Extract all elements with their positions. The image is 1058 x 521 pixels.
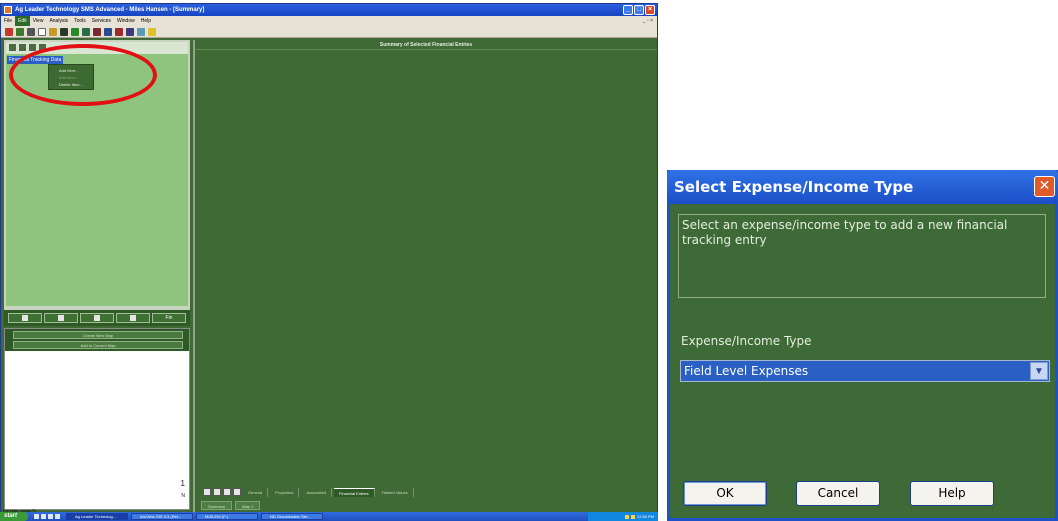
app-titlebar: Ag Leader Technology SMS Advanced - Mile…	[1, 4, 657, 16]
tree-tool-icon[interactable]	[9, 44, 16, 51]
restore-icon[interactable]: □	[634, 5, 644, 15]
tab-financial-entries[interactable]: Financial Entries	[334, 487, 375, 497]
tab-properties[interactable]: Properties	[270, 487, 300, 497]
taskbar: start Ag Leader Technolog... ArcView GIS…	[0, 512, 658, 521]
tree-tab-1[interactable]	[8, 313, 42, 323]
menu-services[interactable]: Services	[89, 16, 114, 26]
menu-view[interactable]: View	[30, 16, 47, 26]
quick-launch-icon[interactable]	[48, 514, 53, 519]
summary-header: Summary of Selected Financial Entries	[195, 40, 657, 50]
menu-analysis[interactable]: Analysis	[46, 16, 71, 26]
add-to-current-map-button[interactable]: Add to Current Map	[13, 341, 183, 349]
tab-map-1[interactable]: Map 1	[235, 500, 261, 510]
tray-icon[interactable]	[624, 514, 629, 519]
map-list-pane: Create New Map Add to Current Map 1 N	[4, 328, 190, 510]
tree-tab-3[interactable]	[80, 313, 114, 323]
main-toolbar	[1, 26, 657, 38]
chart-icon[interactable]	[49, 28, 57, 36]
grid-icon[interactable]	[115, 28, 123, 36]
start-button[interactable]: start	[0, 512, 28, 521]
zoom-icon[interactable]	[93, 28, 101, 36]
tree-tab-4[interactable]	[116, 313, 150, 323]
taskbar-item[interactable]: MISLEW (F:)	[196, 513, 258, 520]
type-field-label: Expense/Income Type	[681, 334, 812, 348]
new-icon[interactable]	[5, 28, 13, 36]
tree-tool-icon[interactable]	[19, 44, 26, 51]
quick-launch-icon[interactable]	[55, 514, 60, 519]
dialog-close-icon[interactable]: ✕	[1034, 176, 1055, 197]
tree-tab-2[interactable]	[44, 313, 78, 323]
globe-icon[interactable]	[71, 28, 79, 36]
page-icon[interactable]	[38, 28, 46, 36]
point-icon[interactable]	[60, 28, 68, 36]
map-button-bar: Create New Map Add to Current Map	[5, 329, 189, 351]
tree-tab-bar: Fin	[4, 308, 190, 326]
last-record-icon[interactable]	[233, 488, 241, 496]
tab-tabbed-values[interactable]: Tabbed Values	[377, 487, 414, 497]
help-button[interactable]: Help	[910, 481, 994, 506]
help-icon[interactable]	[148, 28, 156, 36]
cancel-button[interactable]: Cancel	[796, 481, 880, 506]
close-icon[interactable]: ×	[645, 5, 655, 15]
first-record-icon[interactable]	[203, 488, 211, 496]
quick-launch-icon[interactable]	[34, 514, 39, 519]
quick-launch	[34, 514, 60, 519]
ok-button[interactable]: OK	[683, 481, 767, 506]
record-tab-strip: General Properties Associated Financial …	[195, 486, 657, 498]
print-icon[interactable]	[27, 28, 35, 36]
tab-general[interactable]: General	[243, 487, 269, 497]
quick-launch-icon[interactable]	[41, 514, 46, 519]
chevron-down-icon[interactable]: ▼	[1030, 362, 1048, 380]
clock: 12:50 PM	[636, 514, 654, 519]
open-icon[interactable]	[16, 28, 24, 36]
next-record-icon[interactable]	[223, 488, 231, 496]
system-tray: 12:50 PM	[588, 512, 658, 521]
taskbar-item[interactable]: ND Groundwater Ser...	[261, 513, 323, 520]
app-logo-icon	[4, 6, 12, 14]
sync-icon[interactable]	[137, 28, 145, 36]
dialog-title: Select Expense/Income Type	[674, 178, 914, 196]
menu-file[interactable]: File	[1, 16, 15, 26]
tree-tool-icon[interactable]	[29, 44, 36, 51]
create-new-map-button[interactable]: Create New Map	[13, 331, 183, 339]
app-window: Ag Leader Technology SMS Advanced - Mile…	[0, 3, 658, 521]
instruction-text: Select an expense/income type to add a n…	[682, 218, 1008, 247]
menu-bar: File Edit View Analysis Tools Services W…	[1, 16, 657, 26]
menu-window[interactable]: Window	[114, 16, 138, 26]
tab-associated[interactable]: Associated	[301, 487, 333, 497]
prev-record-icon[interactable]	[213, 488, 221, 496]
layer-icon[interactable]	[82, 28, 90, 36]
expense-type-value: Field Level Expenses	[684, 364, 809, 378]
tray-icon[interactable]	[630, 514, 635, 519]
view-tab-strip: Summary Map 1	[195, 499, 657, 511]
app-title: Ag Leader Technology SMS Advanced - Mile…	[15, 7, 205, 13]
taskbar-item[interactable]: Ag Leader Technolog...	[66, 513, 128, 520]
expense-type-select[interactable]: Field Level Expenses ▼	[680, 360, 1050, 382]
scroll-mark: 1	[180, 479, 185, 488]
menu-help[interactable]: Help	[138, 16, 154, 26]
report-icon[interactable]	[104, 28, 112, 36]
tree-tab-fin[interactable]: Fin	[152, 313, 186, 323]
mdi-controls[interactable]: _ ▫ ×	[643, 16, 657, 26]
highlight-circle	[9, 44, 157, 106]
menu-edit[interactable]: Edit	[15, 16, 30, 26]
settings-icon[interactable]	[126, 28, 134, 36]
taskbar-item[interactable]: ArcView GIS 3.3 (Ret...	[131, 513, 193, 520]
minimize-icon[interactable]: _	[623, 5, 633, 15]
scroll-mark: N	[181, 493, 185, 499]
tab-summary[interactable]: Summary	[201, 500, 233, 510]
menu-tools[interactable]: Tools	[71, 16, 89, 26]
summary-pane: Summary of Selected Financial Entries Ge…	[193, 40, 657, 514]
